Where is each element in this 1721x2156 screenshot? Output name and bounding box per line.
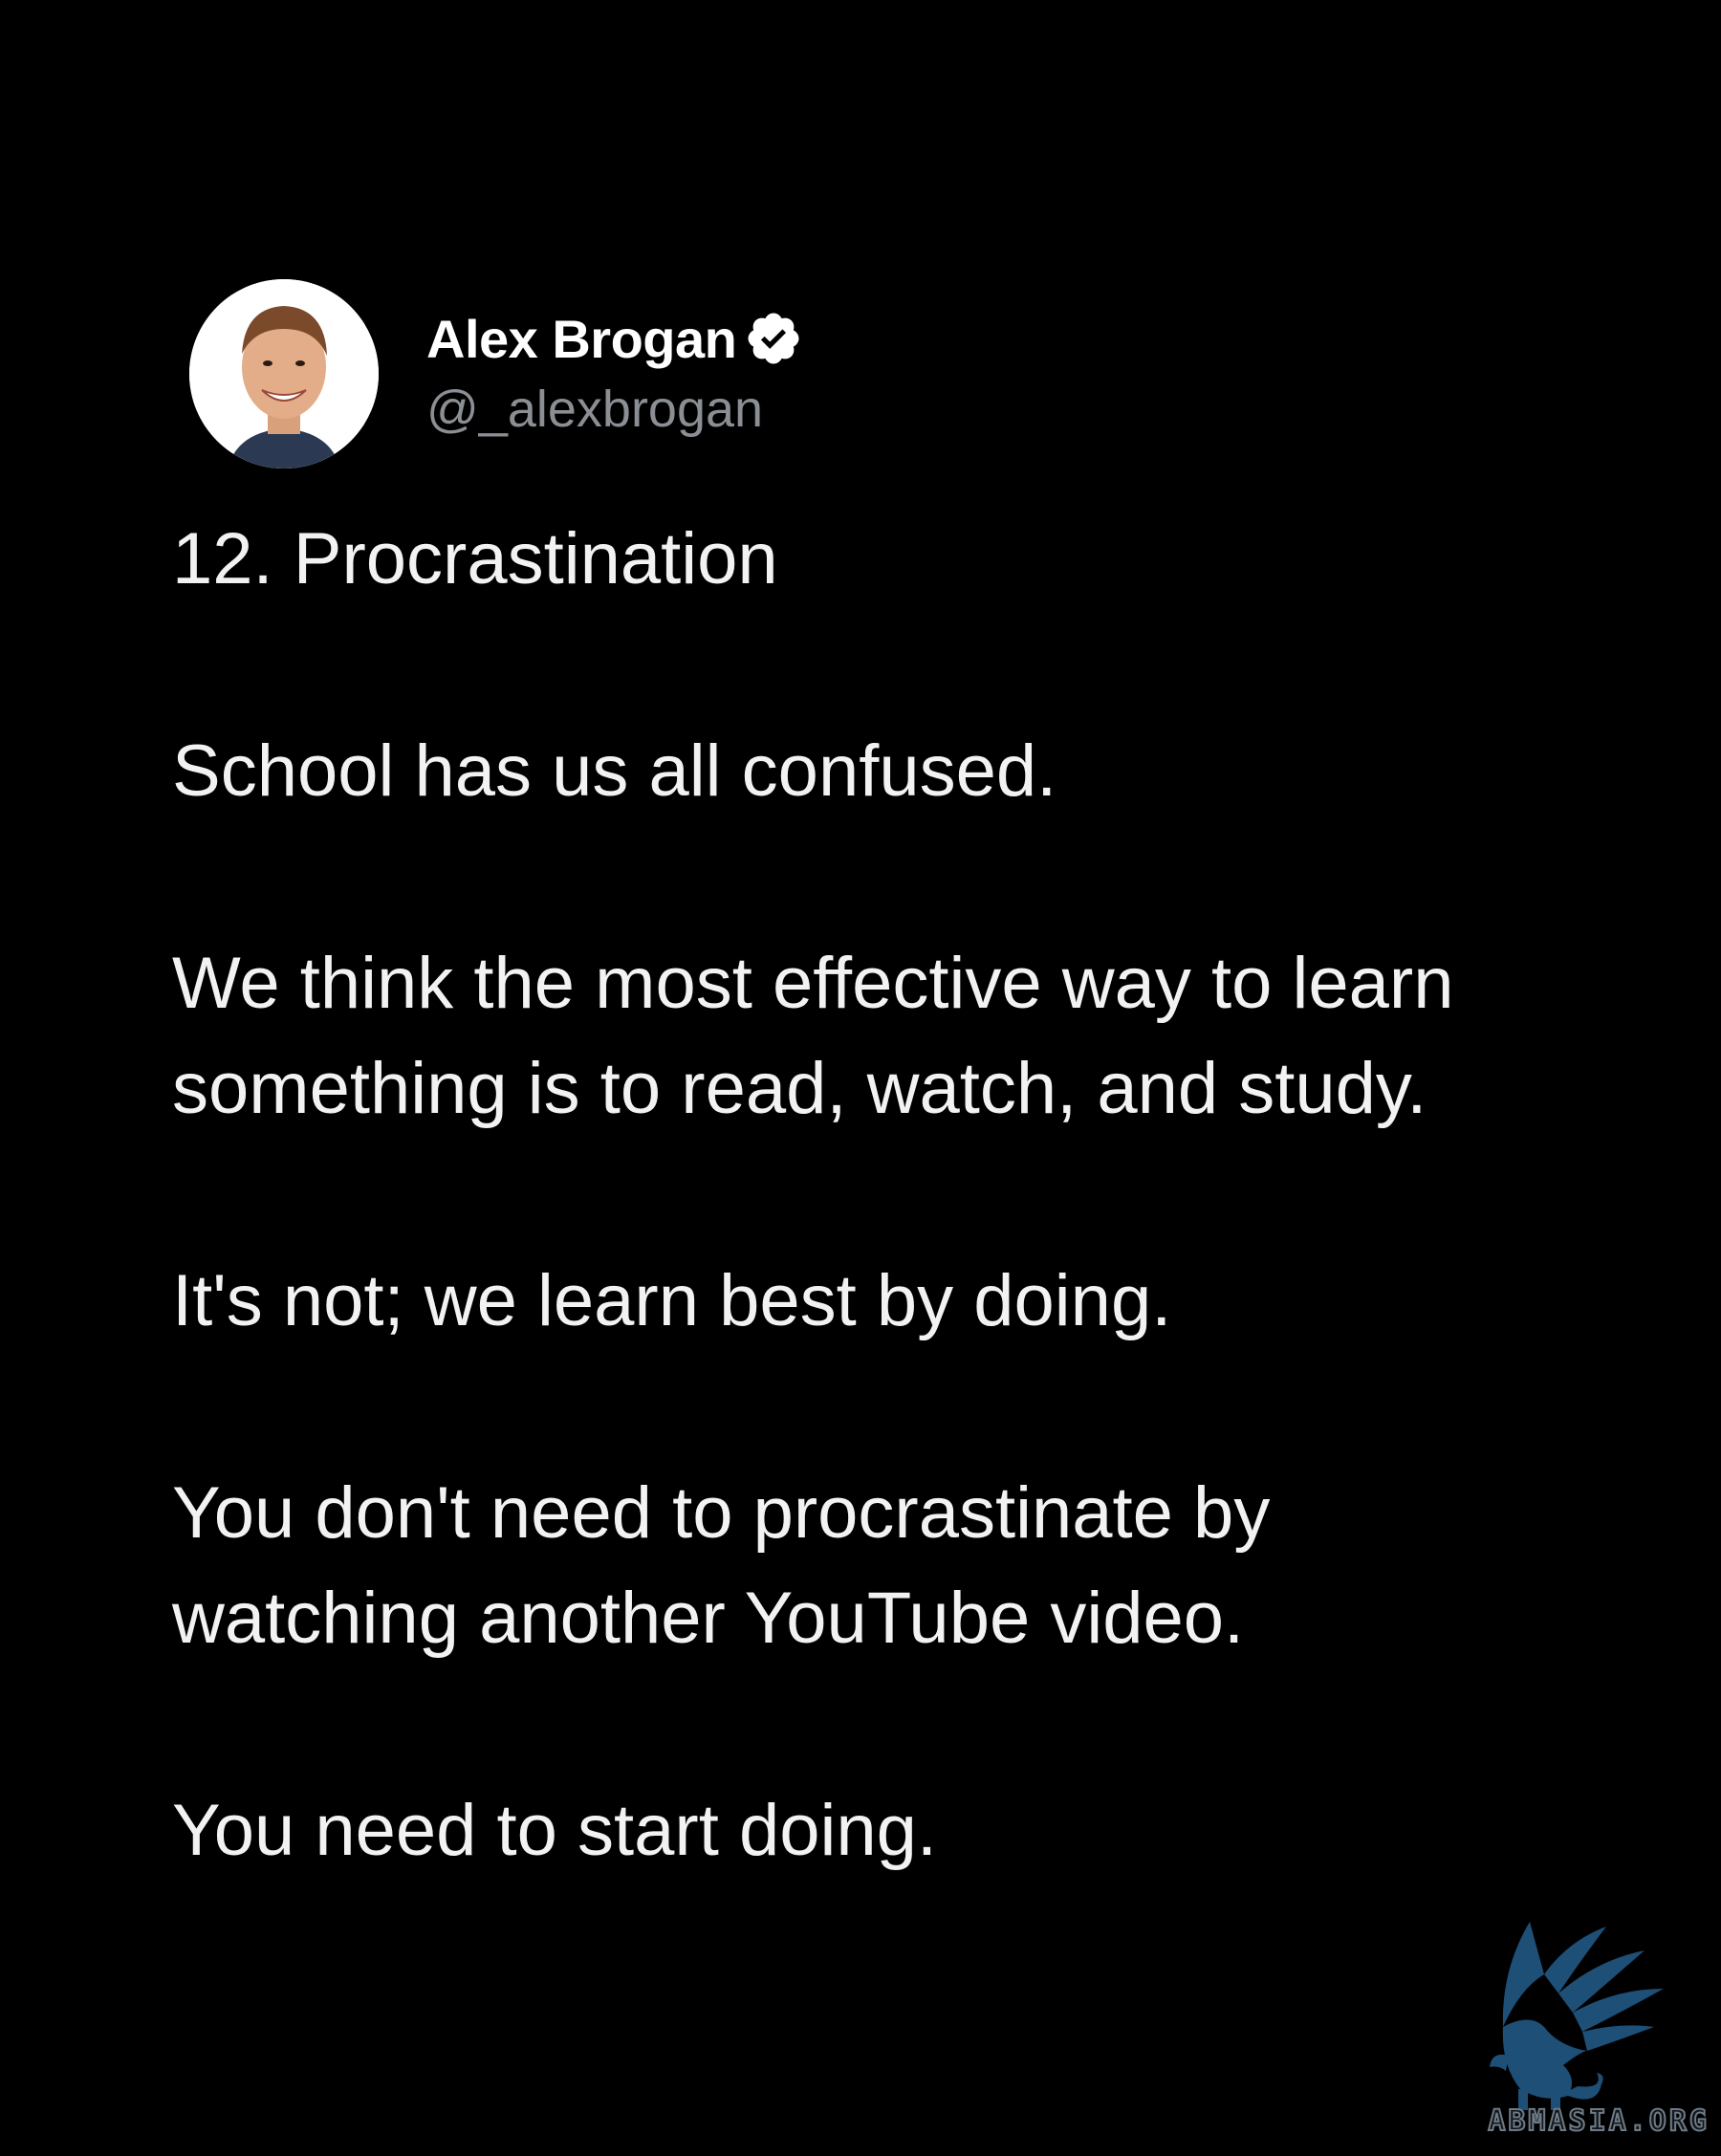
verified-badge-icon — [744, 309, 803, 368]
tweet-card: Alex Brogan @_alexbrogan 12. Procrastina… — [0, 0, 1721, 2151]
avatar-photo — [189, 279, 379, 468]
author-display-name[interactable]: Alex Brogan — [426, 309, 737, 369]
watermark: ABMASIA.ORG — [1463, 1884, 1721, 2151]
name-row: Alex Brogan — [426, 309, 803, 368]
tweet-paragraph: School has us all confused. — [172, 730, 1057, 812]
avatar[interactable] — [189, 279, 379, 468]
author-text: Alex Brogan @_alexbrogan — [426, 309, 803, 438]
tweet-paragraph: 12. Procrastination — [172, 518, 778, 599]
tweet-body: 12. Procrastination School has us all co… — [172, 507, 1606, 1884]
author-handle[interactable]: @_alexbrogan — [426, 381, 803, 438]
tweet-author: Alex Brogan @_alexbrogan — [189, 279, 803, 468]
watermark-text: ABMASIA.ORG — [1487, 2103, 1710, 2139]
tweet-paragraph: You don't need to procrastinate by watch… — [172, 1472, 1271, 1659]
tweet-paragraph: We think the most effective way to learn… — [172, 943, 1454, 1129]
tweet-paragraph: It's not; we learn best by doing. — [172, 1260, 1172, 1341]
tweet-paragraph: You need to start doing. — [172, 1790, 938, 1871]
